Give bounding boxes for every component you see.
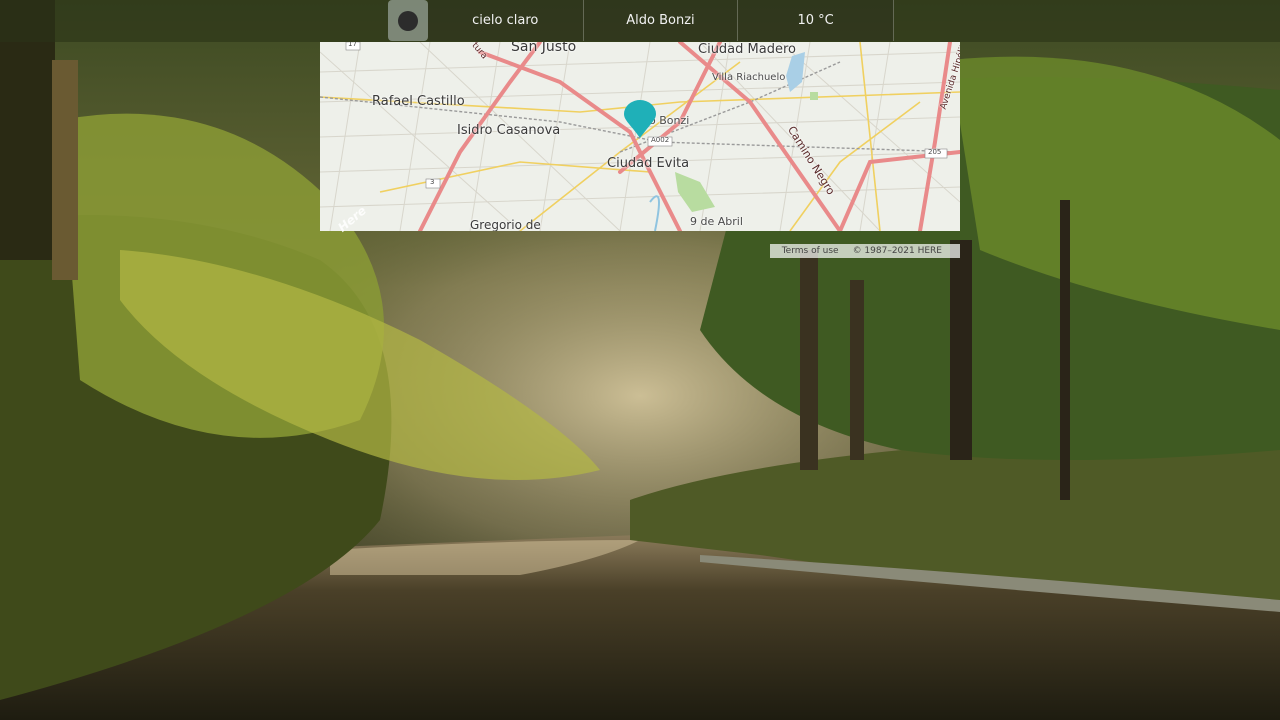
weather-bar: cielo claro Aldo Bonzi 10 °C <box>388 0 894 41</box>
weather-location: Aldo Bonzi <box>583 0 739 41</box>
location-pin-icon[interactable] <box>624 100 656 140</box>
map-label-villa-riachuelo: Villa Riachuelo <box>712 72 786 83</box>
map-label-rafael-castillo: Rafael Castillo <box>372 94 465 109</box>
map-label-isidro-casanova: Isidro Casanova <box>457 123 561 138</box>
map-credits: Terms of use © 1987–2021 HERE <box>770 244 960 258</box>
map-copyright: © 1987–2021 HERE <box>852 246 942 256</box>
map-label-gregorio: Gregorio de <box>470 218 541 231</box>
map-label-san-justo: San Justo <box>511 42 577 55</box>
terms-of-use-link[interactable]: Terms of use <box>782 246 839 256</box>
map-label-ciudad-evita: Ciudad Evita <box>607 156 690 171</box>
weather-dot-icon[interactable] <box>388 0 428 41</box>
route-3-shield: 3 <box>430 178 435 186</box>
route-17-shield: 17 <box>348 42 357 48</box>
weather-temperature: 10 °C <box>738 0 894 41</box>
weather-condition: cielo claro <box>427 0 584 41</box>
map-label-9-de-abril: 9 de Abril <box>690 215 743 228</box>
map-label-ciudad-madero: Ciudad Madero <box>698 42 796 57</box>
route-205-shield: 205 <box>928 148 942 156</box>
